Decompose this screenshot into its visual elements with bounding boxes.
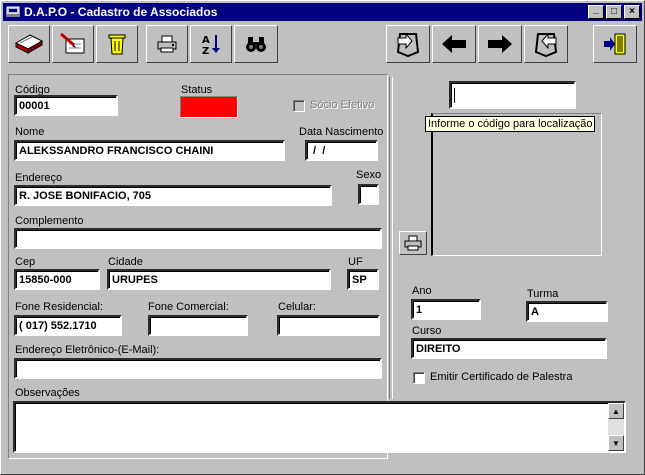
print-icon (157, 35, 177, 53)
socio-efetivo-label: Sócio Efetivo (310, 99, 375, 111)
next-record-button[interactable] (478, 25, 522, 63)
ano-label: Ano (412, 285, 432, 297)
fone-residencial-input[interactable]: ( 017) 552.1710 (14, 315, 122, 336)
minimize-button[interactable]: _ (588, 5, 604, 19)
cidade-label: Cidade (108, 256, 143, 268)
sexo-input[interactable] (358, 184, 379, 205)
certificado-checkbox[interactable] (413, 372, 425, 384)
sort-az-icon: A Z (202, 35, 220, 56)
last-record-button[interactable] (524, 25, 568, 63)
search-tooltip: Informe o código para localização (425, 116, 596, 132)
new-record-button[interactable] (8, 25, 50, 63)
print-icon (404, 235, 422, 251)
curso-label: Curso (412, 325, 442, 337)
sort-label-z: Z (202, 46, 209, 56)
cidade-input[interactable]: URUPES (107, 269, 331, 290)
search-results-box[interactable] (431, 113, 602, 256)
last-record-icon (534, 32, 558, 58)
close-button[interactable]: × (624, 5, 640, 19)
scroll-down-button[interactable]: ▼ (608, 435, 624, 451)
curso-input[interactable]: DIREITO (411, 338, 607, 359)
previous-record-button[interactable] (432, 25, 476, 63)
turma-input[interactable]: A (526, 301, 608, 322)
trash-icon (108, 34, 126, 55)
print-results-button[interactable] (399, 231, 427, 255)
endereco-label: Endereço (15, 172, 63, 184)
cep-input[interactable]: 15850-000 (14, 269, 100, 290)
certificado-label: Emitir Certificado de Palestra (430, 371, 573, 383)
celular-input[interactable] (277, 315, 380, 336)
sort-button[interactable]: A Z (190, 25, 232, 63)
minimize-icon: _ (593, 4, 599, 15)
text-cursor (454, 88, 455, 103)
maximize-icon: □ (610, 6, 618, 17)
previous-record-icon (442, 35, 466, 53)
search-button[interactable] (234, 25, 278, 63)
fone-comercial-input[interactable] (148, 315, 248, 336)
scroll-down-icon: ▼ (612, 438, 620, 448)
binoculars-icon (246, 37, 266, 52)
scroll-up-icon: ▲ (612, 406, 620, 416)
fone-residencial-label: Fone Residencial: (15, 301, 104, 313)
sort-label-a: A (202, 35, 210, 46)
observacoes-scrollbar[interactable]: ▲ ▼ (608, 403, 624, 451)
delete-button[interactable] (96, 25, 138, 63)
scroll-up-button[interactable]: ▲ (608, 403, 624, 419)
cep-label: Cep (15, 256, 36, 268)
socio-efetivo-checkbox[interactable] (293, 100, 305, 112)
observacoes-textarea[interactable] (13, 401, 626, 453)
app-icon (6, 6, 20, 17)
ano-input[interactable]: 1 (411, 299, 481, 320)
first-record-button[interactable] (386, 25, 430, 63)
print-button[interactable] (146, 25, 188, 63)
exit-door-icon (604, 33, 626, 55)
maximize-button[interactable]: □ (606, 5, 622, 19)
edit-record-icon (60, 32, 85, 54)
sexo-label: Sexo (356, 169, 382, 181)
celular-label: Celular: (278, 301, 316, 313)
data-nascimento-label: Data Nascimento (299, 126, 384, 138)
endereco-input[interactable]: R. JOSE BONIFACIO, 705 (14, 185, 332, 206)
complemento-label: Complemento (15, 215, 84, 227)
uf-label: UF (348, 256, 363, 268)
panel-divider (389, 77, 393, 399)
nome-label: Nome (15, 126, 45, 138)
search-code-input[interactable] (449, 81, 576, 109)
data-nascimento-input[interactable]: / / (305, 140, 378, 161)
new-record-icon (14, 34, 44, 54)
turma-label: Turma (527, 288, 559, 300)
next-record-icon (488, 35, 512, 53)
window-title: D.A.P.O - Cadastro de Associados (24, 5, 218, 19)
nome-input[interactable]: ALEKSSANDRO FRANCISCO CHAINI (14, 140, 285, 161)
title-bar[interactable]: D.A.P.O - Cadastro de Associados _ □ × (3, 3, 642, 21)
status-indicator (180, 96, 238, 118)
complemento-input[interactable] (14, 228, 382, 249)
close-icon: × (629, 6, 635, 17)
fone-comercial-label: Fone Comercial: (148, 301, 229, 313)
main-window: D.A.P.O - Cadastro de Associados _ □ × A… (0, 0, 645, 475)
email-label: Endereço Eletrônico-(E-Mail): (15, 344, 160, 356)
first-record-icon (396, 32, 420, 58)
edit-record-button[interactable] (52, 25, 94, 63)
codigo-input[interactable]: 00001 (14, 95, 118, 116)
exit-button[interactable] (593, 25, 637, 63)
uf-input[interactable]: SP (347, 269, 379, 290)
status-label: Status (181, 84, 213, 96)
email-input[interactable] (14, 358, 382, 379)
observacoes-label: Observações (15, 387, 80, 399)
